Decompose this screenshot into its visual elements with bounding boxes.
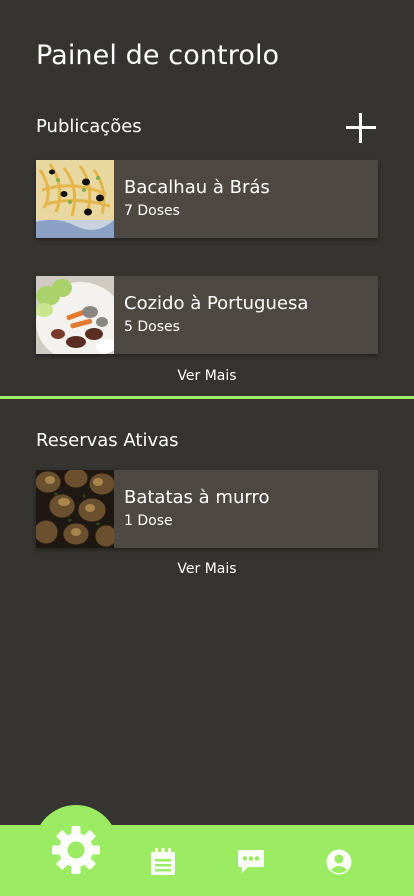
publications-see-more-link[interactable]: Ver Mais: [0, 368, 414, 384]
reservation-card-batatas[interactable]: Batatas à murro 1 Dose: [36, 470, 378, 548]
cozido-photo: [36, 276, 114, 354]
nav-messages-button[interactable]: [232, 844, 270, 878]
bacalhau-photo: [36, 160, 114, 238]
gear-icon: [52, 826, 100, 874]
add-publication-button[interactable]: [346, 113, 376, 143]
profile-icon: [326, 849, 352, 875]
reservation-doses: 1 Dose: [124, 513, 173, 529]
nav-publications-button[interactable]: [144, 844, 182, 880]
publications-title: Publicações: [36, 116, 142, 137]
clipboard-icon: [151, 848, 175, 875]
section-divider: [0, 396, 414, 399]
reservation-title: Batatas à murro: [124, 487, 270, 508]
nav-profile-button[interactable]: [320, 844, 358, 880]
reservations-see-more-link[interactable]: Ver Mais: [0, 561, 414, 577]
chat-icon: [238, 850, 264, 873]
reservations-title: Reservas Ativas: [36, 430, 179, 451]
publication-title: Cozido à Portuguesa: [124, 293, 309, 314]
publication-title: Bacalhau à Brás: [124, 177, 270, 198]
batatas-photo: [36, 470, 114, 548]
publication-doses: 7 Doses: [124, 203, 180, 219]
publication-card-bacalhau[interactable]: Bacalhau à Brás 7 Doses: [36, 160, 378, 238]
page-title: Painel de controlo: [36, 40, 280, 71]
publication-doses: 5 Doses: [124, 319, 180, 335]
publication-card-cozido[interactable]: Cozido à Portuguesa 5 Doses: [36, 276, 378, 354]
nav-settings-button[interactable]: [46, 818, 106, 882]
